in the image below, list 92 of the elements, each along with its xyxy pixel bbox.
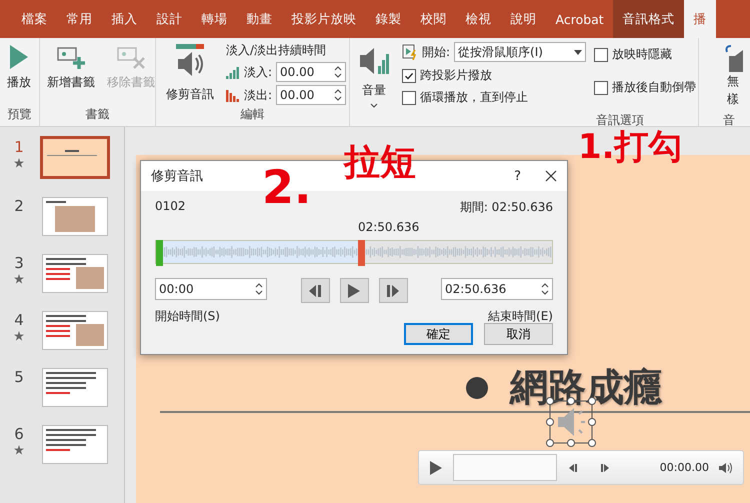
ribbon-tab[interactable]: 常用 <box>57 0 102 38</box>
slide-number: 3 <box>14 254 24 272</box>
spin-arrows-icon[interactable] <box>255 282 263 296</box>
handwritten-note: 拉短 <box>344 141 416 185</box>
step-forward-icon <box>386 284 400 298</box>
group-label: 預覽 <box>6 106 32 123</box>
duration-text: 期間: 02:50.636 <box>460 199 553 216</box>
end-time-label: 結束時間(E) <box>488 308 553 325</box>
checkbox-label: 放映時隱藏 <box>612 46 672 63</box>
checkbox-label: 播放後自動倒帶 <box>612 79 696 96</box>
group-label: 編輯 <box>240 106 266 123</box>
spin-arrows-icon[interactable] <box>334 88 342 102</box>
slide-thumbnail[interactable] <box>42 311 108 350</box>
volume-icon[interactable] <box>719 462 733 474</box>
ribbon-tab[interactable]: Acrobat <box>546 0 614 38</box>
handwritten-note: 1.打勾 <box>578 130 683 164</box>
ribbon-tab[interactable]: 音訊格式 <box>613 0 684 38</box>
play-button[interactable] <box>340 278 368 303</box>
marker-time: 02:50.636 <box>358 220 420 234</box>
slide-thumbnail[interactable] <box>42 254 108 293</box>
add-bookmark-button[interactable]: 新增書籤 <box>44 40 98 95</box>
slide-number: 4 <box>14 311 24 329</box>
spin-arrows-icon[interactable] <box>541 282 549 296</box>
fade-duration-label: 淡入/淡出持續時間 <box>226 42 328 59</box>
ok-button[interactable]: 確定 <box>404 323 473 345</box>
fade-label: 淡出: <box>244 86 272 104</box>
ribbon-tab[interactable]: 檔案 <box>12 0 57 38</box>
time-readout: 00:00.00 <box>660 461 709 474</box>
slide-number: 1 <box>14 138 24 156</box>
ribbon-tab[interactable]: 轉場 <box>192 0 237 38</box>
group-label: 書籤 <box>84 106 110 123</box>
group-label: 音訊選項 <box>595 112 645 129</box>
ribbon-tab[interactable]: 校閱 <box>411 0 456 38</box>
slide-thumbnail[interactable] <box>40 136 110 179</box>
ribbon-tab[interactable]: 播 <box>684 0 716 38</box>
ribbon-tab[interactable]: 檢視 <box>456 0 501 38</box>
speaker-icon <box>723 44 743 72</box>
slide-number: 6 <box>14 425 24 443</box>
start-dropdown[interactable]: 從按滑鼠順序(I) <box>454 42 586 62</box>
checkbox[interactable] <box>402 68 416 82</box>
group-label: 音 <box>722 112 736 129</box>
style-button[interactable]: 無 樣 <box>707 40 746 112</box>
checkbox-label: 循環播放，直到停止 <box>420 89 528 106</box>
cancel-button[interactable]: 取消 <box>484 323 553 345</box>
fade-label: 淡入: <box>244 64 272 80</box>
bullet-icon <box>466 376 488 398</box>
previous-frame-button[interactable] <box>300 278 330 303</box>
file-name: 0102 <box>155 199 186 215</box>
trim-audio-button[interactable]: 修剪音訊 <box>160 40 220 105</box>
spin-arrows-icon[interactable] <box>334 65 342 79</box>
check-icon <box>404 70 414 80</box>
handwritten-note: 2. <box>262 160 312 214</box>
step-forward-icon[interactable] <box>601 462 611 472</box>
ribbon-tab[interactable]: 動畫 <box>237 0 282 38</box>
slide-thumbnail[interactable] <box>42 197 108 236</box>
title-slide-drawing <box>47 150 97 156</box>
dialog-title: 修剪音訊 <box>151 168 204 185</box>
checkbox[interactable] <box>402 90 416 104</box>
ribbon-tab[interactable]: 插入 <box>102 0 147 38</box>
caret-icon <box>574 50 582 54</box>
checkbox[interactable] <box>594 80 608 94</box>
ribbon-tab[interactable]: 設計 <box>147 0 192 38</box>
slide-thumbnail[interactable] <box>42 425 108 464</box>
play-button[interactable]: 播放 <box>4 40 34 95</box>
checkbox-label: 跨投影片撥放 <box>420 67 492 84</box>
ribbon-tab[interactable]: 說明 <box>501 0 546 38</box>
start-time-field[interactable]: 00:00 <box>155 278 267 300</box>
close-icon[interactable] <box>545 170 557 182</box>
step-back-icon[interactable] <box>567 462 577 472</box>
next-frame-button[interactable] <box>378 278 408 303</box>
start-label: 開始: <box>422 44 450 60</box>
bars-descending-icon <box>226 88 240 102</box>
checkbox[interactable] <box>594 48 608 62</box>
start-trigger-icon <box>402 44 418 60</box>
play-icon[interactable] <box>429 460 443 476</box>
help-button[interactable]: ? <box>500 168 535 184</box>
slide-number: 5 <box>14 368 24 386</box>
play-icon <box>347 282 361 298</box>
ribbon-tab[interactable]: 投影片放映 <box>282 0 366 38</box>
bars-ascending-icon <box>226 65 240 79</box>
start-marker-handle[interactable] <box>156 240 163 266</box>
slide-number: 2 <box>14 197 24 215</box>
slide-thumbnail[interactable] <box>42 368 108 407</box>
volume-button[interactable]: 音量 <box>354 40 394 112</box>
caret-icon <box>370 103 378 108</box>
step-back-icon <box>308 284 322 298</box>
fade-duration-field[interactable]: 00.00 <box>276 62 346 82</box>
play-icon <box>8 44 30 70</box>
ribbon-tab[interactable]: 錄製 <box>366 0 411 38</box>
start-time-label: 開始時間(S) <box>155 308 221 325</box>
fade-duration-field[interactable]: 00.00 <box>276 85 346 105</box>
end-time-field[interactable]: 02:50.636 <box>441 278 553 300</box>
